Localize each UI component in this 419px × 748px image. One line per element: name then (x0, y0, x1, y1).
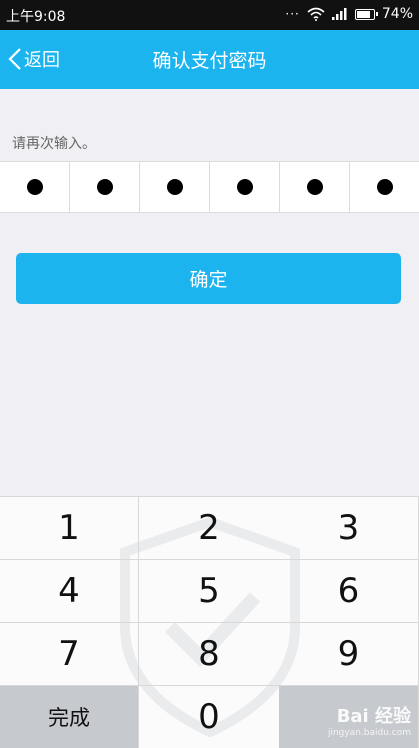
nav-bar: 返回 确认支付密码 (0, 30, 419, 89)
battery-percent: 74% (381, 6, 413, 22)
pin-cell (0, 162, 70, 212)
key-5[interactable]: 5 (139, 560, 279, 623)
confirm-button[interactable]: 确定 (16, 253, 401, 304)
page-title: 确认支付密码 (152, 50, 267, 72)
watermark-brand: Bai 经验 (336, 706, 411, 727)
notification-dots: ··· (285, 7, 300, 21)
back-button[interactable]: 返回 (8, 46, 60, 72)
pin-dot (376, 179, 393, 195)
key-3[interactable]: 3 (279, 497, 419, 560)
done-key[interactable]: 完成 (0, 686, 139, 748)
status-bar: 上午9:08 ··· 74% (0, 0, 419, 30)
key-4[interactable]: 4 (0, 560, 139, 623)
key-8[interactable]: 8 (139, 623, 279, 686)
key-0[interactable]: 0 (139, 686, 279, 748)
key-7[interactable]: 7 (0, 623, 139, 686)
key-6[interactable]: 6 (279, 560, 419, 623)
pin-cell (350, 162, 419, 212)
watermark-url: jingyan.baidu.com (327, 728, 411, 738)
pin-cell (140, 162, 210, 212)
pin-cell (280, 162, 350, 212)
pin-dot (306, 179, 323, 195)
baidu-watermark: Bai 经验 jingyan.baidu.com (328, 702, 411, 738)
battery-icon (354, 8, 378, 20)
pin-dot (96, 179, 113, 195)
signal-icon (331, 8, 347, 20)
pin-cell (210, 162, 280, 212)
key-2[interactable]: 2 (139, 497, 279, 560)
pin-dot (26, 179, 43, 195)
key-9[interactable]: 9 (279, 623, 419, 686)
wifi-icon (307, 7, 325, 21)
status-icons: ··· 74% (285, 6, 413, 22)
pin-dot (236, 179, 253, 195)
back-label: 返回 (24, 50, 60, 71)
pin-input[interactable] (0, 161, 419, 213)
pin-cell (70, 162, 140, 212)
pin-dot (166, 179, 183, 195)
key-1[interactable]: 1 (0, 497, 139, 560)
reenter-hint: 请再次输入。 (12, 136, 96, 152)
status-time: 上午9:08 (6, 9, 66, 25)
chevron-left-icon (8, 48, 21, 70)
